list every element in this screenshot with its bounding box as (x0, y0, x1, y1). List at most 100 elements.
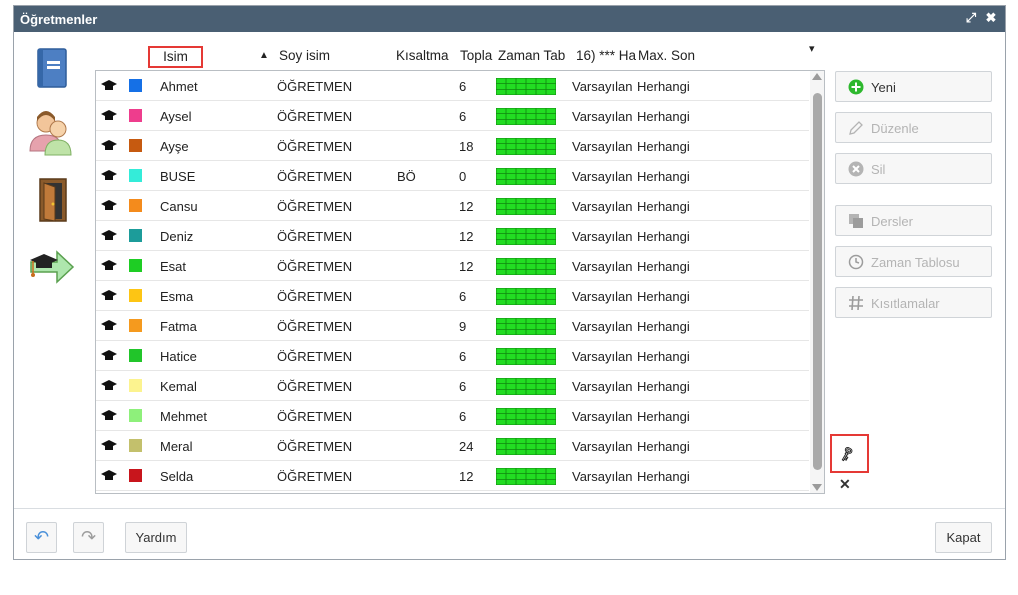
teacher-last-name: ÖĞRETMEN (277, 349, 353, 364)
redo-button[interactable]: ↷ (73, 522, 104, 553)
teacher-color-swatch[interactable] (129, 169, 142, 182)
plus-circle-icon (848, 79, 864, 95)
timetable-grid-icon (496, 228, 556, 245)
teacher-total: 12 (459, 229, 474, 244)
teacher-last-name: ÖĞRETMEN (277, 79, 353, 94)
help-button[interactable]: Yardım (125, 522, 187, 553)
constraints-button[interactable]: Kısıtlamalar (835, 287, 992, 318)
teacher-first-name: Hatice (160, 349, 197, 364)
teacher-max: Herhangi (637, 439, 690, 454)
teacher-color-swatch[interactable] (129, 79, 142, 92)
teacher-timetable-default: Varsayılan (572, 349, 633, 364)
table-row[interactable]: Ayşe ÖĞRETMEN 18 Varsayılan Herhangi (96, 131, 809, 161)
delete-circle-icon (848, 161, 864, 177)
window-title: Öğretmenler (20, 12, 98, 27)
table-row[interactable]: Esma ÖĞRETMEN 6 Varsayılan Herhangi (96, 281, 809, 311)
vertical-scrollbar[interactable] (810, 71, 824, 493)
table-row[interactable]: Cansu ÖĞRETMEN 12 Varsayılan Herhangi (96, 191, 809, 221)
table-row[interactable]: Hatice ÖĞRETMEN 6 Varsayılan Herhangi (96, 341, 809, 371)
teacher-first-name: Mehmet (160, 409, 207, 424)
column-header-first-name[interactable]: Isim (148, 46, 203, 68)
teacher-color-swatch[interactable] (129, 439, 142, 452)
teacher-color-swatch[interactable] (129, 139, 142, 152)
scroll-down-icon[interactable] (812, 484, 822, 491)
lessons-button-label: Dersler (871, 214, 913, 229)
graduation-cap-icon (101, 470, 117, 480)
teacher-color-swatch[interactable] (129, 289, 142, 302)
edit-button[interactable]: Düzenle (835, 112, 992, 143)
teacher-color-swatch[interactable] (129, 379, 142, 392)
teacher-last-name: ÖĞRETMEN (277, 289, 353, 304)
column-header-timetable[interactable]: Zaman Tab (498, 48, 574, 70)
teacher-color-swatch[interactable] (129, 319, 142, 332)
column-header-first-name-label: Isim (163, 49, 188, 64)
teacher-color-swatch[interactable] (129, 349, 142, 362)
key-button[interactable]: 🗝 (830, 434, 869, 473)
teacher-max: Herhangi (637, 349, 690, 364)
table-row[interactable]: Deniz ÖĞRETMEN 12 Varsayılan Herhangi (96, 221, 809, 251)
table-row[interactable]: Meral ÖĞRETMEN 24 Varsayılan Herhangi (96, 431, 809, 461)
table-row[interactable]: Fatma ÖĞRETMEN 9 Varsayılan Herhangi (96, 311, 809, 341)
teacher-color-swatch[interactable] (129, 469, 142, 482)
teacher-max: Herhangi (637, 379, 690, 394)
teacher-timetable-default: Varsayılan (572, 439, 633, 454)
teacher-color-swatch[interactable] (129, 109, 142, 122)
table-row[interactable]: Ahmet ÖĞRETMEN 6 Varsayılan Herhangi (96, 71, 809, 101)
teacher-total: 6 (459, 349, 467, 364)
undo-button[interactable]: ↶ (26, 522, 57, 553)
scroll-up-icon[interactable] (812, 73, 822, 80)
clear-icon[interactable]: ✕ (839, 476, 851, 493)
graduation-cap-icon (101, 350, 117, 360)
column-header-16[interactable]: 16) *** Ha (576, 48, 641, 70)
teacher-color-swatch[interactable] (129, 229, 142, 242)
teacher-max: Herhangi (637, 109, 690, 124)
new-button[interactable]: Yeni (835, 71, 992, 102)
lessons-button[interactable]: Dersler (835, 205, 992, 236)
teacher-total: 9 (459, 319, 467, 334)
table-row[interactable]: Esat ÖĞRETMEN 12 Varsayılan Herhangi (96, 251, 809, 281)
teacher-last-name: ÖĞRETMEN (277, 199, 353, 214)
graduation-cap-arrow-icon[interactable] (27, 242, 77, 292)
close-button[interactable]: Kapat (935, 522, 992, 553)
table-row[interactable]: Mehmet ÖĞRETMEN 6 Varsayılan Herhangi (96, 401, 809, 431)
table-row[interactable]: Aysel ÖĞRETMEN 6 Varsayılan Herhangi (96, 101, 809, 131)
teacher-first-name: Deniz (160, 229, 194, 244)
graduation-cap-icon (101, 440, 117, 450)
graduation-cap-icon (101, 260, 117, 270)
pencil-icon (849, 121, 863, 135)
teacher-timetable-default: Varsayılan (572, 259, 633, 274)
teacher-timetable-default: Varsayılan (572, 409, 633, 424)
table-row[interactable]: Kemal ÖĞRETMEN 6 Varsayılan Herhangi (96, 371, 809, 401)
teacher-timetable-default: Varsayılan (572, 199, 633, 214)
teacher-first-name: Kemal (160, 379, 197, 394)
expand-icon[interactable]: ⤢ (963, 10, 979, 26)
scrollbar-thumb[interactable] (813, 93, 822, 470)
column-header-max[interactable]: Max. Son (638, 48, 696, 70)
constraints-button-label: Kısıtlamalar (871, 296, 940, 311)
graduation-cap-icon (101, 170, 117, 180)
teacher-timetable-default: Varsayılan (572, 79, 633, 94)
teacher-last-name: ÖĞRETMEN (277, 319, 353, 334)
table-row[interactable]: Selda ÖĞRETMEN 12 Varsayılan Herhangi (96, 461, 809, 491)
teachers-icon[interactable] (27, 107, 77, 157)
table-row[interactable]: BUSE ÖĞRETMEN BÖ 0 Varsayılan Herhangi (96, 161, 809, 191)
teacher-first-name: Esat (160, 259, 187, 274)
teacher-color-swatch[interactable] (129, 409, 142, 422)
teacher-color-swatch[interactable] (129, 199, 142, 212)
teacher-timetable-default: Varsayılan (572, 109, 633, 124)
timetable-button[interactable]: Zaman Tablosu (835, 246, 992, 277)
teacher-last-name: ÖĞRETMEN (277, 139, 353, 154)
column-header-last-name[interactable]: Soy isim (279, 48, 389, 70)
teacher-color-swatch[interactable] (129, 259, 142, 272)
timetable-grid-icon (496, 468, 556, 485)
clock-icon (848, 254, 864, 270)
column-header-short[interactable]: Kısaltma (396, 48, 458, 70)
column-header-total[interactable]: Topla (460, 48, 496, 70)
delete-button[interactable]: Sil (835, 153, 992, 184)
book-icon[interactable] (27, 43, 77, 93)
close-window-icon[interactable]: ✖ (983, 10, 999, 26)
delete-button-label: Sil (871, 162, 886, 177)
timetable-grid-icon (496, 288, 556, 305)
door-icon[interactable] (27, 176, 77, 226)
column-menu-icon[interactable]: ▾ (809, 42, 821, 64)
